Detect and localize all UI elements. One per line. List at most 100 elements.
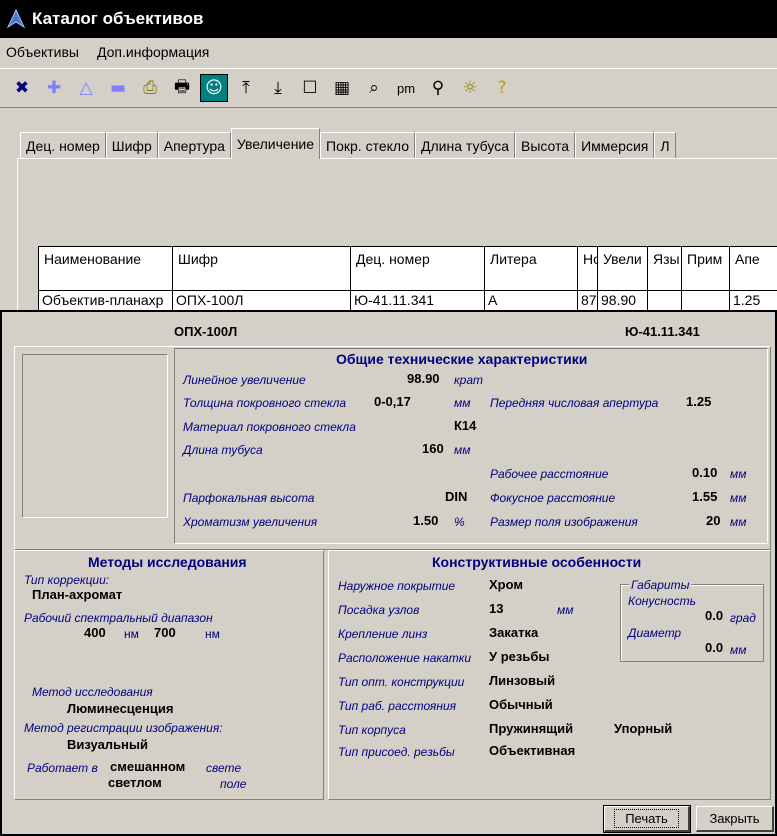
parfocal-label: Парфокальная высота — [183, 491, 315, 505]
magnification-value: 98.90 — [407, 371, 440, 386]
parfocal-value: DIN — [445, 489, 468, 504]
spectral-label: Рабочий спектральный диапазон — [24, 611, 213, 625]
spectral-unit-2: нм — [205, 627, 220, 641]
minus-icon[interactable]: ▬ — [104, 74, 132, 102]
delete-icon[interactable]: ✖ — [8, 74, 36, 102]
spectral-to: 700 — [154, 625, 176, 640]
help-icon[interactable]: ? — [488, 74, 516, 102]
tab-8[interactable]: Л — [654, 132, 676, 158]
chromatism-label: Хроматизм увеличения — [183, 515, 318, 529]
last-record-icon[interactable]: ⤓ — [264, 74, 292, 102]
grid-header-cell[interactable]: Язы — [648, 247, 682, 291]
works-word-2: свете — [206, 761, 242, 775]
grid-header-cell[interactable]: Литера — [485, 247, 578, 291]
grid-data-cell[interactable]: 98.90 — [598, 291, 648, 310]
focal-distance-label: Фокусное расстояние — [490, 491, 616, 505]
cover-thickness-value: 0-0,17 — [374, 394, 411, 409]
tab-2[interactable]: Апертура — [157, 132, 231, 158]
method-value: Люминесценция — [67, 701, 174, 716]
optics-value: Линзовый — [489, 673, 556, 688]
close-button[interactable]: Закрыть — [696, 806, 774, 832]
grid-data-cell[interactable]: ОПХ-100Л — [173, 291, 351, 310]
working-distance-value: 0.10 — [692, 465, 718, 480]
knurl-value: У резьбы — [489, 649, 550, 664]
checkbox-icon[interactable]: ☐ — [296, 74, 324, 102]
taper-unit: град — [730, 611, 756, 625]
tab-3[interactable]: Увеличение — [230, 128, 321, 159]
tab-1[interactable]: Шифр — [105, 132, 158, 158]
magnification-label: Линейное увеличение — [183, 373, 306, 387]
tab-7[interactable]: Иммерсия — [575, 132, 655, 158]
grid-data-cell[interactable]: Ю-41.11.341 — [351, 291, 485, 310]
portrait-icon[interactable]: ☺ — [200, 74, 228, 102]
taper-label: Конусность — [628, 594, 696, 608]
thread-label: Тип присоед. резьбы — [338, 745, 455, 759]
spectral-from: 400 — [84, 625, 106, 640]
app-logo-icon — [6, 9, 26, 29]
print-button-label: Печать — [614, 809, 679, 828]
chromatism-value: 1.50 — [413, 513, 439, 528]
menu-extra-info[interactable]: Доп.информация — [97, 44, 209, 60]
tab-4[interactable]: Покр. стекло — [320, 132, 416, 158]
focal-distance-value: 1.55 — [692, 489, 718, 504]
up-triangle-icon[interactable]: △ — [72, 74, 100, 102]
preview-icon[interactable]: ⌕ — [360, 74, 388, 102]
spectral-unit-1: нм — [124, 627, 139, 641]
working-distance-unit: мм — [730, 467, 747, 481]
cover-material-label: Материал покровного стекла — [183, 420, 356, 434]
grid-header-cell[interactable]: Шифр — [173, 247, 351, 291]
works-word-3: поле — [220, 777, 247, 791]
grid-header-cell[interactable]: Дец. номер — [351, 247, 485, 291]
settings-icon[interactable]: ☼ — [456, 74, 484, 102]
diameter-label: Диаметр — [628, 626, 682, 640]
correction-label: Тип коррекции: — [24, 573, 110, 587]
tab-5[interactable]: Длина тубуса — [415, 132, 515, 158]
grid-data-cell[interactable]: Объектив-планахр — [39, 291, 173, 310]
coating-value: Хром — [489, 577, 523, 592]
close-button-label: Закрыть — [709, 811, 760, 826]
grid-header-cell[interactable]: Увели — [598, 247, 648, 291]
grid-data-cell[interactable]: 87 — [578, 291, 598, 310]
first-record-icon[interactable]: ⤒ — [232, 74, 260, 102]
grid-header-cell[interactable]: Наименование — [39, 247, 173, 291]
export-icon[interactable]: ⎙ — [136, 74, 164, 102]
grid-data-cell[interactable] — [682, 291, 730, 310]
title-bar: Каталог объективов — [0, 0, 777, 38]
thread-value: Объективная — [489, 743, 576, 758]
print-button[interactable]: Печать — [603, 805, 691, 833]
lens-mount-label: Крепление линз — [338, 627, 428, 641]
field-size-label: Размер поля изображения — [490, 515, 638, 529]
grid-header-cell[interactable]: Но — [578, 247, 598, 291]
lens-mount-value: Закатка — [489, 625, 539, 640]
field-size-value: 20 — [706, 513, 721, 528]
diameter-value: 0.0 — [705, 640, 724, 655]
tab-6[interactable]: Высота — [514, 132, 576, 158]
grid-data-cell[interactable] — [648, 291, 682, 310]
working-distance-label: Рабочее расстояние — [490, 467, 609, 481]
lens-detail-dialog: ОПХ-100Л Ю-41.11.341 Общие технические х… — [0, 310, 777, 836]
fitting-label: Посадка узлов — [338, 603, 420, 617]
window-title: Каталог объективов — [32, 9, 204, 28]
menu-lenses[interactable]: Объективы — [6, 44, 79, 60]
print-icon[interactable]: 🖶 — [168, 74, 196, 102]
body-label: Тип корпуса — [338, 723, 406, 737]
pm-label[interactable]: pm — [392, 74, 420, 102]
calculator-icon[interactable]: ▦ — [328, 74, 356, 102]
coating-label: Наружное покрытие — [338, 579, 456, 593]
wd-type-value: Обычный — [489, 697, 553, 712]
grid-header-cell[interactable]: Прим — [682, 247, 730, 291]
methods-title: Методы исследования — [88, 554, 247, 570]
grid-data-cell[interactable]: 1.25 — [730, 291, 777, 310]
wd-type-label: Тип раб. расстояния — [338, 699, 457, 713]
grid-data-cell[interactable]: А — [485, 291, 578, 310]
tab-0[interactable]: Дец. номер — [20, 132, 106, 158]
grid-header-cell[interactable]: Апе — [730, 247, 777, 291]
body-value-1: Пружинящий — [489, 721, 574, 736]
taper-value: 0.0 — [705, 608, 724, 623]
binoculars-icon[interactable]: ⚲ — [424, 74, 452, 102]
magnification-unit: крат — [454, 373, 484, 387]
works-value-1: смешанном — [110, 759, 186, 774]
records-grid[interactable]: Наименование Объектив-планахр Шифр ОПХ-100Л… — [38, 246, 777, 310]
add-icon[interactable]: ✚ — [40, 74, 68, 102]
tube-length-value: 160 — [422, 441, 444, 456]
